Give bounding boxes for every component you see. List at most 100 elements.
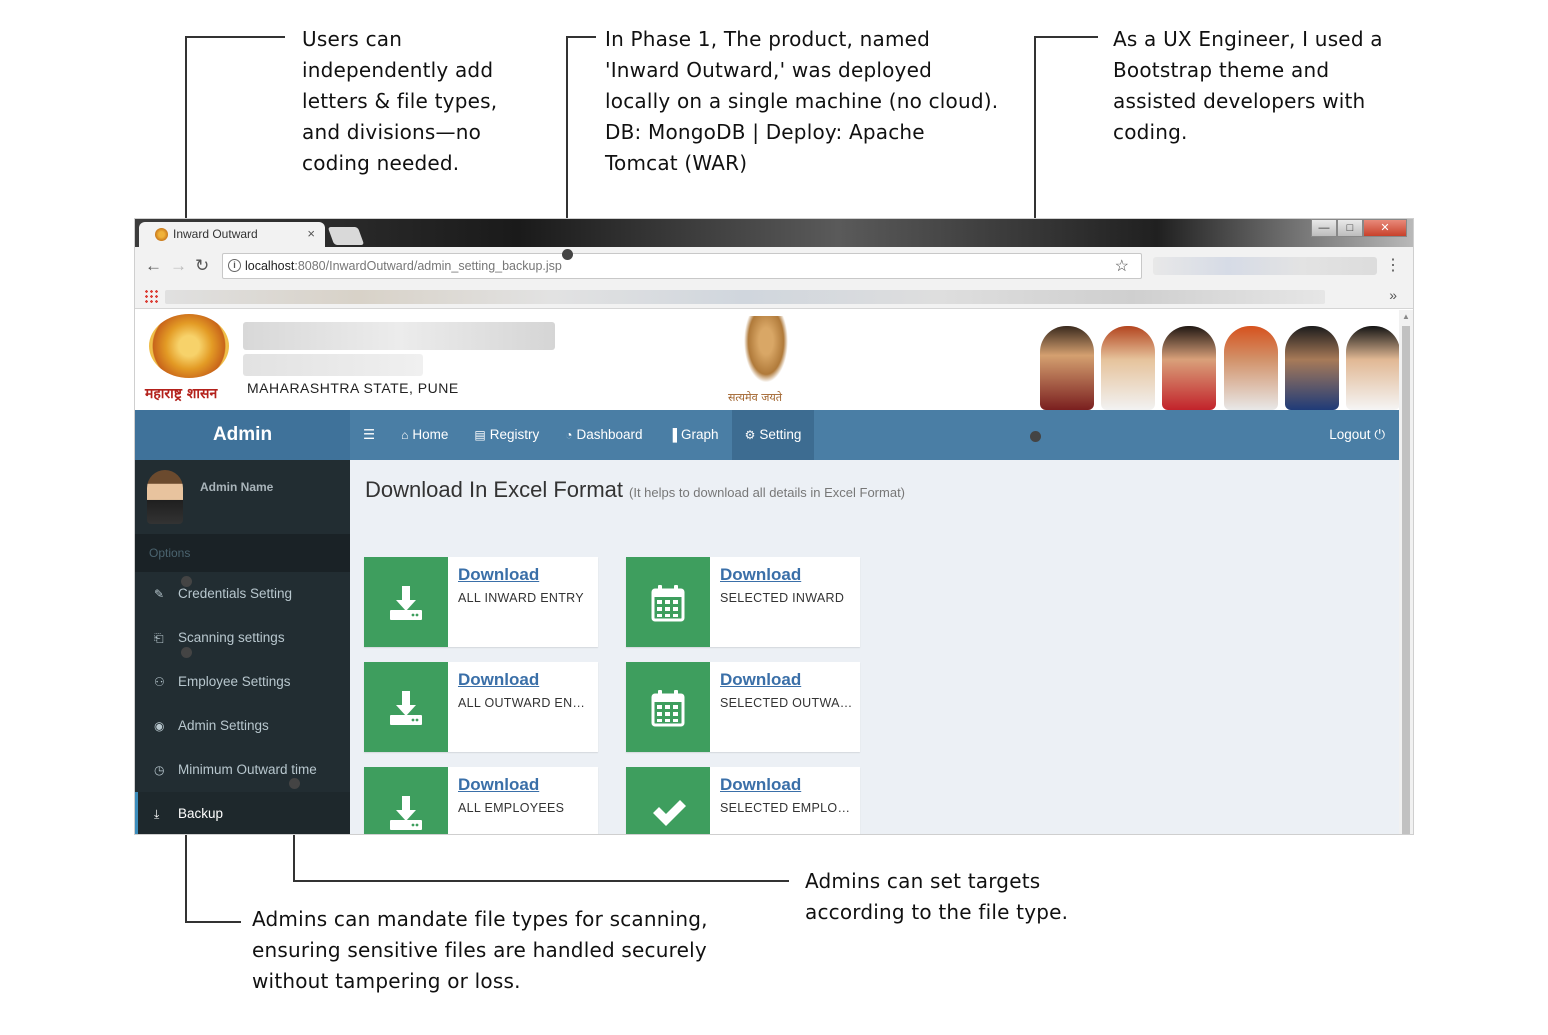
more-bookmarks-icon[interactable]: »: [1389, 287, 1397, 303]
check-icon[interactable]: [626, 767, 710, 834]
calendar-icon[interactable]: [626, 557, 710, 647]
edit-icon: ✎: [154, 587, 165, 601]
download-link[interactable]: Download: [458, 565, 539, 585]
browser-tab[interactable]: Inward Outward ×: [139, 222, 325, 247]
page-scrollbar[interactable]: ▲: [1399, 310, 1413, 834]
minimize-icon[interactable]: —: [1311, 219, 1337, 237]
leader-line: [566, 36, 596, 38]
favicon-icon: [155, 228, 168, 241]
options-header: Options: [135, 534, 350, 572]
download-card: Download SELECTED EMPLOYEES: [626, 767, 860, 834]
web-page: महाराष्ट्र शासन MAHARASHTRA STATE, PUNE …: [135, 310, 1401, 834]
download-icon-glyph: [390, 796, 422, 830]
download-card: Download ALL INWARD ENTRY: [364, 557, 598, 647]
forward-arrow-icon[interactable]: →: [170, 256, 187, 276]
download-icon[interactable]: [364, 662, 448, 752]
nav-graph[interactable]: ▐ Graph: [656, 410, 732, 460]
avatar: [147, 470, 183, 524]
card-description: ALL OUTWARD ENTRY: [458, 696, 592, 710]
tab-close-icon[interactable]: ×: [307, 226, 315, 241]
annotation-dot: [181, 647, 192, 658]
sidebar-item-admin-settings[interactable]: ◉ Admin Settings: [135, 704, 350, 748]
user-circle-icon: ◉: [154, 719, 165, 733]
apps-grid-icon[interactable]: [144, 289, 158, 303]
portrait: [1040, 326, 1094, 410]
sidebar-menu: ✎ Credentials Setting ⎗ Scanning settings …: [135, 572, 350, 834]
nav-dashboard[interactable]: ◔ Dashboard: [552, 410, 655, 460]
user-name: Admin Name: [200, 480, 274, 494]
brand-title[interactable]: Admin: [135, 410, 350, 460]
download-card: Download ALL OUTWARD ENTRY: [364, 662, 598, 752]
sidebar-item-backup[interactable]: ⤓ Backup: [135, 792, 350, 834]
logout-label: Logout: [1329, 427, 1371, 442]
sidebar-item-employee-settings[interactable]: ⚇ Employee Settings: [135, 660, 350, 704]
sidebar-item-credentials-setting[interactable]: ✎ Credentials Setting: [135, 572, 350, 616]
portrait: [1101, 326, 1156, 410]
maharashtra-seal-icon: [149, 314, 229, 378]
back-arrow-icon[interactable]: ←: [145, 256, 162, 276]
header-banner: महाराष्ट्र शासन MAHARASHTRA STATE, PUNE …: [135, 310, 1401, 410]
scrollbar-thumb[interactable]: [1402, 326, 1410, 834]
tab-strip: Inward Outward × — □ ✕: [135, 219, 1413, 247]
annotation-phase1: In Phase 1, The product, named 'Inward O…: [605, 27, 999, 175]
maximize-icon[interactable]: □: [1337, 219, 1363, 237]
sidebar-toggle-button[interactable]: ☰: [350, 410, 388, 460]
clock-icon: ◷: [154, 763, 165, 777]
new-tab-button[interactable]: [327, 227, 365, 245]
main-content: Download In Excel Format (It helps to dow…: [350, 460, 1401, 834]
emblem-caption: सत्यमेव जयते: [728, 391, 783, 404]
nav-label: Dashboard: [576, 427, 643, 442]
download-link[interactable]: Download: [720, 670, 801, 690]
sidebar-item-label: Scanning settings: [178, 630, 285, 645]
window-close-icon[interactable]: ✕: [1363, 219, 1407, 237]
download-card: Download SELECTED OUTWARD: [626, 662, 860, 752]
annotation-mandate: Admins can mandate file types for scanni…: [252, 907, 708, 993]
sidebar-item-label: Credentials Setting: [178, 586, 293, 601]
book-icon: ▤: [474, 428, 486, 442]
nav-label: Registry: [489, 427, 540, 442]
portrait: [1162, 326, 1217, 410]
download-link[interactable]: Download: [720, 775, 801, 795]
nav-label: Graph: [681, 427, 719, 442]
sidebar-item-scanning-settings[interactable]: ⎗ Scanning settings: [135, 616, 350, 660]
sidebar-item-label: Employee Settings: [178, 674, 291, 689]
calendar-icon[interactable]: [626, 662, 710, 752]
top-navbar: Admin ☰ ⌂ Home ▤ Registry ◔ Dashboard ▐ Grap…: [135, 410, 1401, 460]
reload-icon[interactable]: ↻: [195, 256, 209, 276]
card-description: ALL EMPLOYEES: [458, 801, 565, 815]
info-icon[interactable]: i: [228, 259, 241, 272]
national-emblem-icon: [741, 316, 791, 388]
annotation-dot: [562, 249, 573, 260]
seal-caption: महाराष्ट्र शासन: [145, 386, 218, 402]
nav-label: Setting: [759, 427, 802, 442]
download-icon[interactable]: [364, 767, 448, 834]
logout-button[interactable]: Logout ⏻: [1329, 410, 1385, 460]
nav-home[interactable]: ⌂ Home: [388, 410, 461, 460]
nav-registry[interactable]: ▤ Registry: [461, 410, 552, 460]
scroll-up-icon[interactable]: ▲: [1402, 312, 1410, 321]
hamburger-icon: ☰: [363, 427, 376, 442]
sidebar-item-label: Admin Settings: [178, 718, 269, 733]
sidebar: Admin Name Options ✎ Credentials Setting …: [135, 460, 350, 834]
download-icon-glyph: [390, 691, 422, 725]
file-pdf-icon: ⎗: [154, 631, 164, 645]
portrait: [1345, 326, 1400, 410]
bookmark-star-icon[interactable]: ☆: [1115, 256, 1129, 276]
url-host: localhost: [245, 259, 295, 273]
download-link[interactable]: Download: [720, 565, 801, 585]
nav-items: ☰ ⌂ Home ▤ Registry ◔ Dashboard ▐ Graph ⚙ Set…: [350, 410, 815, 460]
sidebar-item-minimum-outward-time[interactable]: ◷ Minimum Outward time: [135, 748, 350, 792]
nav-setting[interactable]: ⚙ Setting: [731, 410, 815, 460]
download-link[interactable]: Download: [458, 670, 539, 690]
user-panel: Admin Name: [135, 460, 350, 534]
download-link[interactable]: Download: [458, 775, 539, 795]
browser-menu-icon[interactable]: ⋮: [1385, 255, 1401, 275]
address-bar: ← → ↻ i localhost:8080/InwardOutward/adm…: [135, 247, 1413, 285]
users-icon: ⚇: [154, 675, 165, 689]
annotation-users-add: Users can independently add letters & fi…: [302, 27, 498, 175]
card-description: SELECTED INWARD: [720, 591, 845, 605]
gear-icon: ⚙: [744, 428, 756, 442]
url-input[interactable]: i localhost:8080/InwardOutward/admin_set…: [222, 253, 1142, 279]
page-title-text: Download In Excel Format: [365, 477, 623, 502]
download-icon[interactable]: [364, 557, 448, 647]
